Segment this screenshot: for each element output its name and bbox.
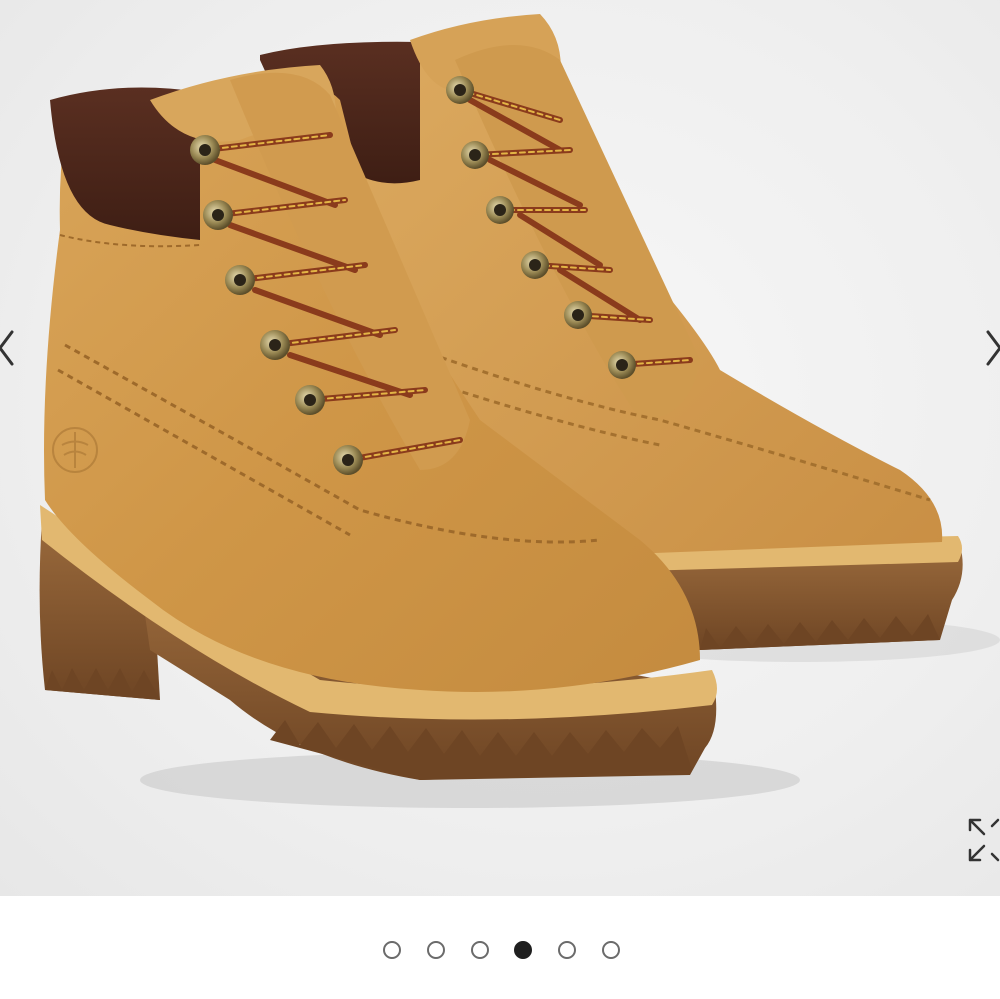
product-gallery — [0, 0, 1000, 896]
previous-image-button[interactable] — [0, 320, 24, 376]
carousel-dot-5[interactable] — [558, 941, 576, 959]
carousel-pagination — [0, 938, 1000, 964]
product-image — [39, 14, 1000, 808]
chevron-right-icon — [986, 330, 1000, 366]
carousel-dot-6[interactable] — [602, 941, 620, 959]
carousel-dot-3[interactable] — [471, 941, 489, 959]
carousel-dot-1[interactable] — [383, 941, 401, 959]
chevron-left-icon — [0, 330, 14, 366]
expand-icon — [968, 818, 1000, 862]
carousel-dot-2[interactable] — [427, 941, 445, 959]
fullscreen-button[interactable] — [962, 812, 1000, 870]
next-image-button[interactable] — [980, 320, 1000, 376]
carousel-dot-4[interactable] — [514, 941, 532, 959]
